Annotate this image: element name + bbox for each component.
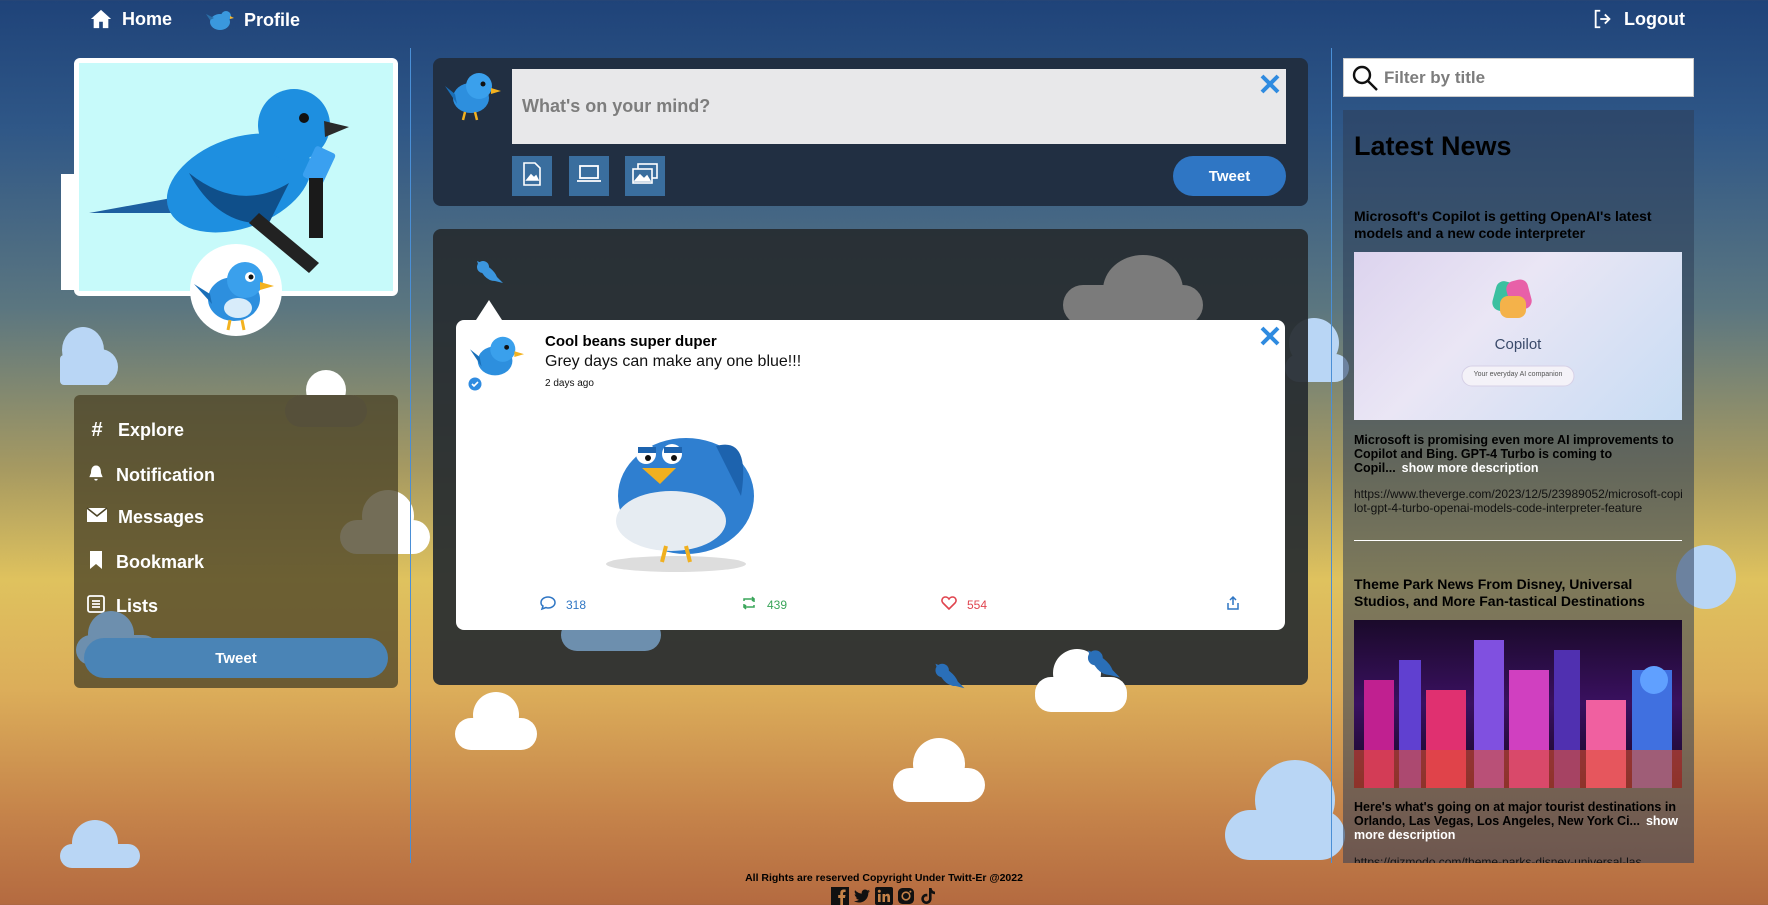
tiktok-icon[interactable] <box>919 887 937 905</box>
right-divider <box>1331 48 1332 863</box>
tweet-author-name[interactable]: Cool beans super duper <box>545 333 717 350</box>
sidebar-item-label: Messages <box>118 507 205 527</box>
show-more-link[interactable]: show more description <box>1402 461 1539 475</box>
twitter-icon[interactable] <box>853 887 871 905</box>
logout-icon <box>1592 8 1614 30</box>
attach-gallery-button[interactable] <box>625 156 665 196</box>
nav-home-label: Home <box>122 8 173 29</box>
like-button[interactable]: 554 <box>941 595 987 614</box>
filter-search <box>1343 58 1694 97</box>
retweet-icon <box>741 595 757 614</box>
sidebar-item-label: Bookmark <box>116 552 205 572</box>
sidebar-item-label: Notification <box>116 465 215 485</box>
nav-logout[interactable]: Logout <box>1592 8 1685 30</box>
cloud-decoration <box>60 325 120 389</box>
top-navbar: Home Profile Logout <box>0 0 1768 42</box>
bookmark-icon <box>86 550 106 575</box>
news-heading: Latest News <box>1354 131 1512 161</box>
news-url[interactable]: https://www.theverge.com/2023/12/5/23989… <box>1354 487 1684 515</box>
news-panel: Latest News Microsoft's Copilot is getti… <box>1343 110 1694 863</box>
nav-profile-label: Profile <box>244 9 301 30</box>
tweet-composer: Tweet <box>433 58 1308 206</box>
tweet-text: Grey days can make any one blue!!! <box>545 353 802 370</box>
sidebar-item-bookmark[interactable]: Bookmark <box>86 550 204 575</box>
composer-tweet-button[interactable]: Tweet <box>1173 156 1286 196</box>
cloud-decoration <box>893 738 985 802</box>
copilot-tagline: Your everyday AI companion <box>1473 371 1563 378</box>
retweet-button[interactable]: 439 <box>741 595 787 614</box>
sidebar-tweet-button[interactable]: Tweet <box>84 638 388 678</box>
facebook-icon[interactable] <box>831 887 849 905</box>
tweet-card[interactable]: Cool beans super duper Grey days can mak… <box>456 300 1285 630</box>
news-description-text: Here's what's going on at major tourist … <box>1354 800 1676 828</box>
close-icon[interactable] <box>1259 73 1281 100</box>
verified-badge-icon <box>468 377 482 396</box>
retweet-count: 439 <box>767 597 788 612</box>
linkedin-icon[interactable] <box>875 887 893 905</box>
bird-icon <box>931 659 969 698</box>
bird-icon <box>1083 645 1125 688</box>
sidebar-item-explore[interactable]: # Explore <box>86 419 184 442</box>
image-file-icon <box>521 161 543 191</box>
reply-button[interactable]: 318 <box>540 595 586 614</box>
tweet-image[interactable] <box>576 396 776 576</box>
news-title[interactable]: Theme Park News From Disney, Universal S… <box>1354 576 1684 610</box>
instagram-icon[interactable] <box>897 887 915 905</box>
profile-avatar[interactable] <box>190 244 282 336</box>
news-title[interactable]: Microsoft's Copilot is getting OpenAI's … <box>1354 208 1684 242</box>
news-description: Microsoft is promising even more AI impr… <box>1354 433 1684 475</box>
like-count: 554 <box>967 597 988 612</box>
news-image[interactable]: Copilot Your everyday AI companion <box>1354 252 1682 420</box>
nav-home[interactable]: Home <box>90 8 172 30</box>
nav-logout-label: Logout <box>1624 8 1685 29</box>
news-separator <box>1354 540 1682 541</box>
bird-icon <box>206 8 234 32</box>
comment-icon <box>540 595 556 614</box>
white-strip-decoration <box>61 174 75 290</box>
home-icon <box>90 8 112 30</box>
news-image[interactable] <box>1354 620 1682 788</box>
share-icon <box>1225 595 1241 614</box>
nav-profile[interactable]: Profile <box>206 8 300 32</box>
left-divider <box>410 48 411 863</box>
cloud-decoration <box>1063 255 1203 325</box>
user-avatar <box>443 66 503 122</box>
reply-count: 318 <box>566 597 587 612</box>
tweet-timestamp: 2 days ago <box>545 378 594 389</box>
social-links <box>831 887 937 905</box>
sidebar-item-messages[interactable]: Messages <box>86 506 204 529</box>
attach-image-button[interactable] <box>512 156 552 196</box>
gallery-icon <box>631 162 659 191</box>
envelope-icon <box>86 506 108 529</box>
sidebar-item-label: Explore <box>118 420 185 440</box>
sidebar-item-notification[interactable]: Notification <box>86 463 215 488</box>
hashtag-icon: # <box>91 419 103 441</box>
composer-input[interactable] <box>512 69 1286 144</box>
footer-copyright: All Rights are reserved Copyright Under … <box>745 872 1023 884</box>
news-url[interactable]: https://gizmodo.com/theme-parks-disney-u… <box>1354 855 1684 863</box>
bird-icon <box>473 257 507 292</box>
close-icon[interactable] <box>1259 325 1281 352</box>
cloud-decoration <box>60 818 140 868</box>
attach-screen-button[interactable] <box>569 156 609 196</box>
share-button[interactable] <box>1225 595 1241 614</box>
search-icon <box>1351 64 1379 97</box>
copilot-logo-text: Copilot <box>1494 336 1542 353</box>
cloud-decoration <box>455 692 537 750</box>
tweet-author-avatar[interactable] <box>466 330 528 384</box>
sidebar-menu: # Explore Notification Messages Bookmark… <box>74 395 398 688</box>
bell-icon <box>86 463 106 488</box>
filter-input[interactable] <box>1384 62 1684 93</box>
news-description: Here's what's going on at major tourist … <box>1354 800 1684 842</box>
heart-icon <box>941 595 957 614</box>
cloud-decoration <box>1225 760 1345 860</box>
laptop-icon <box>576 164 602 189</box>
